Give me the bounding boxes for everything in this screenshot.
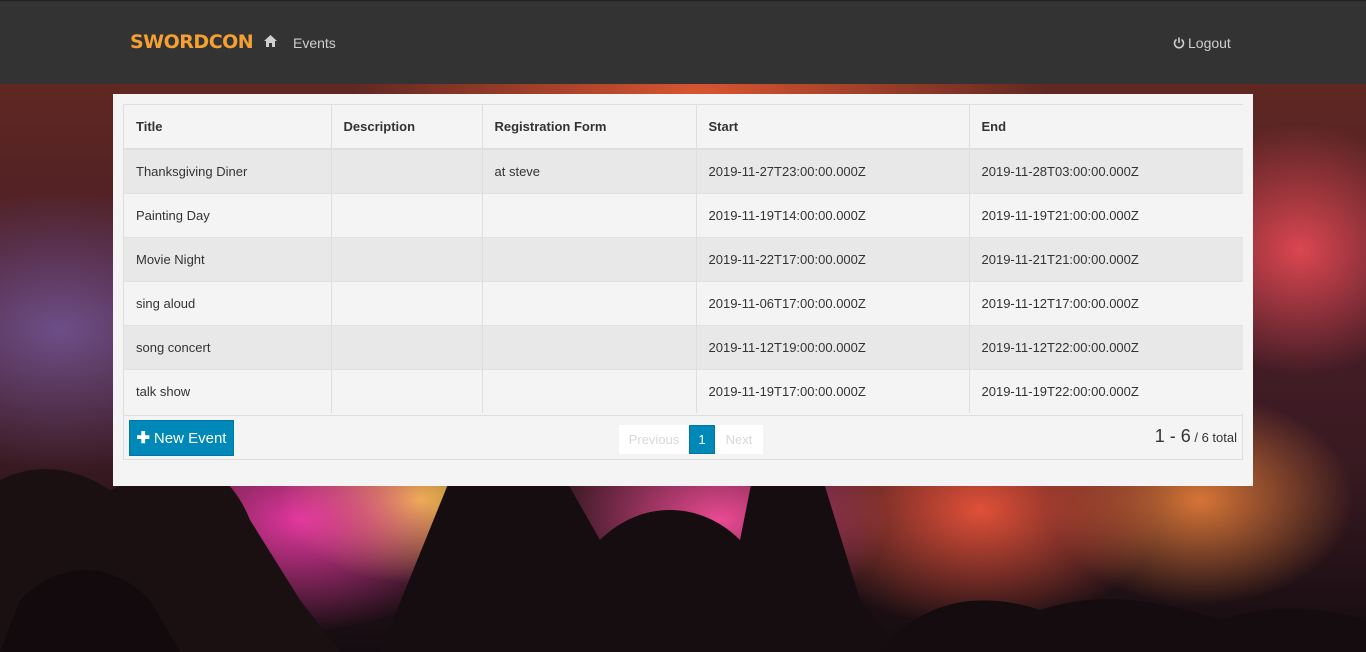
- plus-icon: ✚: [136, 430, 150, 447]
- next-page-button[interactable]: Next: [715, 425, 763, 454]
- events-panel: Title Description Registration Form Star…: [113, 94, 1253, 486]
- nav-events-link[interactable]: Events: [293, 35, 336, 51]
- column-header-title[interactable]: Title: [124, 105, 332, 150]
- page-1-button[interactable]: 1: [689, 425, 715, 454]
- cell-end: 2019-11-19T22:00:00.000Z: [969, 368, 1243, 413]
- column-header-description[interactable]: Description: [331, 105, 483, 150]
- cell-end: 2019-11-19T21:00:00.000Z: [969, 192, 1243, 237]
- cell-title: song concert: [124, 324, 332, 369]
- cell-description: [331, 280, 483, 325]
- cell-description: [331, 324, 483, 369]
- column-header-end[interactable]: End: [969, 105, 1243, 150]
- cell-registration-form: [482, 236, 697, 281]
- cell-registration-form: [482, 280, 697, 325]
- cell-end: 2019-11-28T03:00:00.000Z: [969, 148, 1243, 193]
- results-range: 1 - 6: [1154, 426, 1191, 446]
- cell-start: 2019-11-27T23:00:00.000Z: [696, 148, 970, 193]
- cell-end: 2019-11-21T21:00:00.000Z: [969, 236, 1243, 281]
- table-footer: ✚ New Event Previous 1 Next 1 - 6 / 6 to…: [124, 415, 1242, 459]
- top-navbar: SWORDCON Events Logout: [0, 0, 1366, 84]
- cell-title: talk show: [124, 368, 332, 413]
- cell-registration-form: [482, 324, 697, 369]
- cell-title: Painting Day: [124, 192, 332, 237]
- table-row[interactable]: song concert 2019-11-12T19:00:00.000Z 20…: [124, 324, 1243, 369]
- column-header-start[interactable]: Start: [696, 105, 970, 150]
- table-row[interactable]: sing aloud 2019-11-06T17:00:00.000Z 2019…: [124, 280, 1243, 325]
- home-icon[interactable]: [264, 35, 278, 49]
- pagination: Previous 1 Next: [619, 425, 763, 454]
- cell-end: 2019-11-12T22:00:00.000Z: [969, 324, 1243, 369]
- cell-registration-form: at steve: [482, 148, 697, 193]
- cell-title: Thanksgiving Diner: [124, 148, 332, 193]
- table-row[interactable]: Painting Day 2019-11-19T14:00:00.000Z 20…: [124, 192, 1243, 237]
- brand-logo[interactable]: SWORDCON: [130, 31, 254, 53]
- cell-description: [331, 236, 483, 281]
- logout-link[interactable]: Logout: [1173, 35, 1231, 51]
- table-header-row: Title Description Registration Form Star…: [124, 105, 1243, 150]
- new-event-label: New Event: [153, 429, 227, 447]
- previous-page-button[interactable]: Previous: [619, 425, 689, 454]
- cell-start: 2019-11-22T17:00:00.000Z: [696, 236, 970, 281]
- cell-registration-form: [482, 192, 697, 237]
- cell-start: 2019-11-19T17:00:00.000Z: [696, 368, 970, 413]
- cell-start: 2019-11-06T17:00:00.000Z: [696, 280, 970, 325]
- new-event-button[interactable]: ✚ New Event: [129, 420, 234, 456]
- cell-start: 2019-11-12T19:00:00.000Z: [696, 324, 970, 369]
- events-table: Title Description Registration Form Star…: [124, 105, 1243, 413]
- results-summary: 1 - 6 / 6 total: [1155, 426, 1237, 447]
- cell-description: [331, 368, 483, 413]
- column-header-registration-form[interactable]: Registration Form: [482, 105, 697, 150]
- table-row[interactable]: Thanksgiving Diner at steve 2019-11-27T2…: [124, 148, 1243, 193]
- cell-start: 2019-11-19T14:00:00.000Z: [696, 192, 970, 237]
- results-total: / 6 total: [1194, 430, 1237, 445]
- cell-description: [331, 148, 483, 193]
- cell-title: sing aloud: [124, 280, 332, 325]
- power-icon: [1173, 37, 1185, 49]
- cell-description: [331, 192, 483, 237]
- cell-registration-form: [482, 368, 697, 413]
- table-row[interactable]: talk show 2019-11-19T17:00:00.000Z 2019-…: [124, 368, 1243, 413]
- events-table-wrapper: Title Description Registration Form Star…: [123, 104, 1243, 460]
- cell-end: 2019-11-12T17:00:00.000Z: [969, 280, 1243, 325]
- table-row[interactable]: Movie Night 2019-11-22T17:00:00.000Z 201…: [124, 236, 1243, 281]
- cell-title: Movie Night: [124, 236, 332, 281]
- logout-label: Logout: [1188, 35, 1231, 51]
